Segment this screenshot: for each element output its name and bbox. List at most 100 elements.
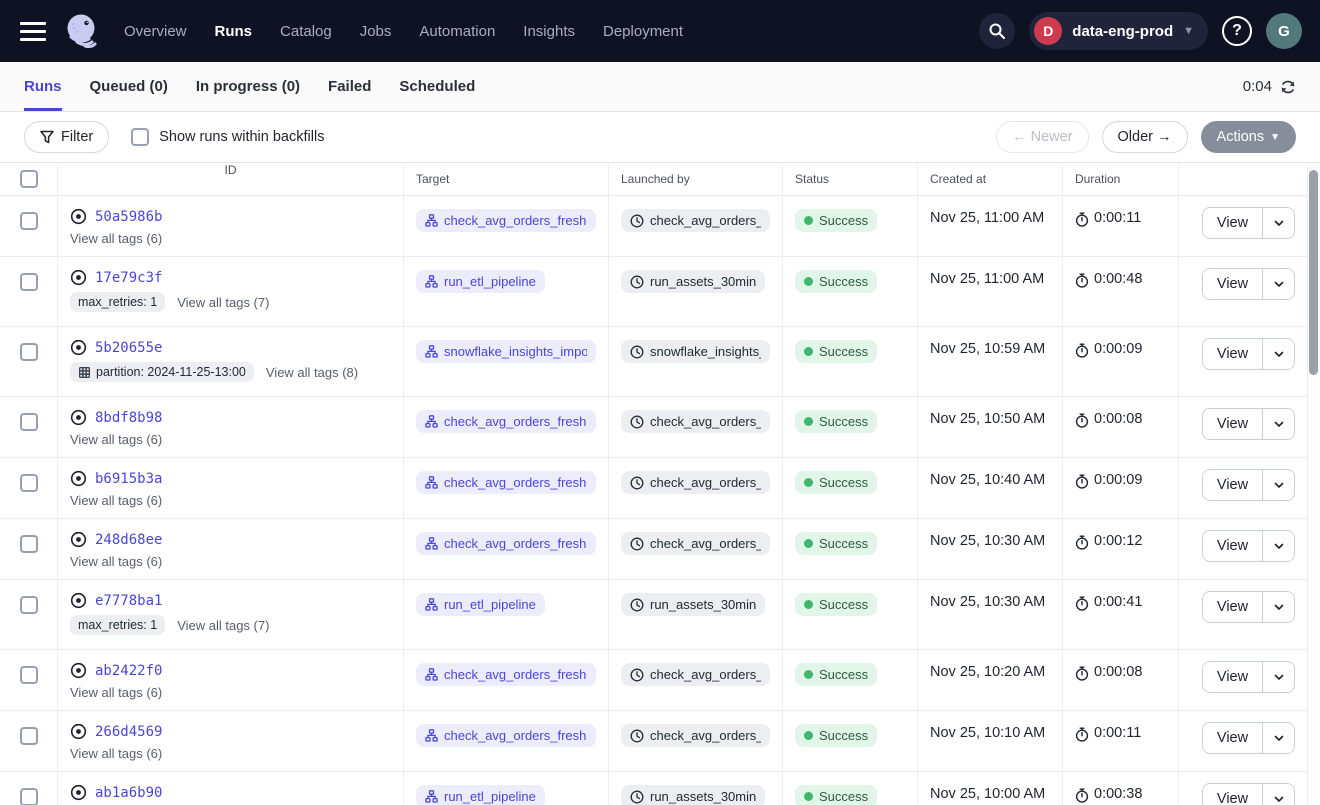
- view-dropdown-button[interactable]: [1262, 409, 1294, 439]
- row-checkbox[interactable]: [20, 596, 38, 614]
- row-checkbox[interactable]: [20, 727, 38, 745]
- run-id-link[interactable]: ab1a6b90: [95, 785, 162, 801]
- view-all-tags-link[interactable]: View all tags (6): [70, 493, 162, 508]
- launched-by-chip[interactable]: snowflake_insights_…: [621, 340, 770, 363]
- run-id-link[interactable]: 248d68ee: [95, 532, 162, 548]
- run-id-link[interactable]: e7778ba1: [95, 593, 162, 609]
- launched-by-chip[interactable]: check_avg_orders_f…: [621, 209, 770, 232]
- row-checkbox[interactable]: [20, 413, 38, 431]
- view-all-tags-link[interactable]: View all tags (6): [70, 231, 162, 246]
- view-button[interactable]: View: [1203, 784, 1262, 805]
- run-id-link[interactable]: 17e79c3f: [95, 270, 162, 286]
- nav-item-automation[interactable]: Automation: [419, 23, 495, 40]
- workspace-switcher[interactable]: D data-eng-prod ▼: [1029, 12, 1208, 50]
- row-checkbox[interactable]: [20, 666, 38, 684]
- row-checkbox[interactable]: [20, 212, 38, 230]
- tab-failed[interactable]: Failed: [328, 62, 371, 111]
- nav-item-insights[interactable]: Insights: [523, 23, 575, 40]
- view-all-tags-link[interactable]: View all tags (6): [70, 432, 162, 447]
- newer-button[interactable]: ← Newer: [996, 121, 1088, 153]
- scrollbar-thumb[interactable]: [1309, 170, 1318, 375]
- run-tag-chip[interactable]: max_retries: 1: [70, 292, 165, 312]
- run-id-link[interactable]: ab2422f0: [95, 663, 162, 679]
- row-checkbox[interactable]: [20, 343, 38, 361]
- view-dropdown-button[interactable]: [1262, 784, 1294, 805]
- nav-item-deployment[interactable]: Deployment: [603, 23, 683, 40]
- tab-queued-0[interactable]: Queued (0): [90, 62, 168, 111]
- view-dropdown-button[interactable]: [1262, 592, 1294, 622]
- view-button[interactable]: View: [1203, 662, 1262, 692]
- launched-by-chip[interactable]: check_avg_orders_f…: [621, 663, 770, 686]
- nav-item-overview[interactable]: Overview: [124, 23, 187, 40]
- view-all-tags-link[interactable]: View all tags (8): [266, 365, 358, 380]
- launched-by-chip[interactable]: run_assets_30min: [621, 785, 765, 805]
- view-button[interactable]: View: [1203, 409, 1262, 439]
- run-id-link[interactable]: 266d4569: [95, 724, 162, 740]
- actions-button[interactable]: Actions▼: [1201, 121, 1296, 153]
- view-dropdown-button[interactable]: [1262, 662, 1294, 692]
- row-checkbox[interactable]: [20, 273, 38, 291]
- view-button[interactable]: View: [1203, 208, 1262, 238]
- view-all-tags-link[interactable]: View all tags (7): [177, 618, 269, 633]
- row-checkbox[interactable]: [20, 474, 38, 492]
- view-all-tags-link[interactable]: View all tags (7): [177, 295, 269, 310]
- run-id-link[interactable]: 8bdf8b98: [95, 410, 162, 426]
- view-dropdown-button[interactable]: [1262, 531, 1294, 561]
- tab-scheduled[interactable]: Scheduled: [399, 62, 475, 111]
- launched-by-chip[interactable]: check_avg_orders_f…: [621, 410, 770, 433]
- filter-button[interactable]: Filter: [24, 121, 109, 153]
- help-button[interactable]: ?: [1222, 16, 1252, 46]
- select-all-checkbox[interactable]: [20, 170, 38, 188]
- view-button[interactable]: View: [1203, 470, 1262, 500]
- view-dropdown-button[interactable]: [1262, 208, 1294, 238]
- launched-by-chip[interactable]: run_assets_30min: [621, 593, 765, 616]
- target-chip[interactable]: check_avg_orders_freshne: [416, 724, 596, 747]
- backfill-toggle[interactable]: Show runs within backfills: [131, 128, 324, 146]
- view-all-tags-link[interactable]: View all tags (6): [70, 554, 162, 569]
- view-button[interactable]: View: [1203, 339, 1262, 369]
- launched-by-chip[interactable]: run_assets_30min: [621, 270, 765, 293]
- view-button[interactable]: View: [1203, 531, 1262, 561]
- view-dropdown-button[interactable]: [1262, 269, 1294, 299]
- row-checkbox[interactable]: [20, 788, 38, 805]
- search-button[interactable]: [979, 13, 1015, 49]
- view-dropdown-button[interactable]: [1262, 470, 1294, 500]
- target-chip[interactable]: check_avg_orders_freshne: [416, 410, 596, 433]
- hamburger-menu-icon[interactable]: [20, 22, 46, 41]
- backfill-checkbox[interactable]: [131, 128, 149, 146]
- older-button[interactable]: Older →: [1102, 121, 1188, 153]
- view-all-tags-link[interactable]: View all tags (6): [70, 685, 162, 700]
- run-tag-chip[interactable]: partition: 2024-11-25-13:00: [70, 362, 254, 382]
- tab-runs[interactable]: Runs: [24, 62, 62, 111]
- launched-by-chip[interactable]: check_avg_orders_f…: [621, 532, 770, 555]
- target-chip[interactable]: check_avg_orders_freshne: [416, 471, 596, 494]
- run-tag-chip[interactable]: max_retries: 1: [70, 615, 165, 635]
- target-chip[interactable]: check_avg_orders_freshne: [416, 663, 596, 686]
- view-button[interactable]: View: [1203, 592, 1262, 622]
- target-chip[interactable]: snowflake_insights_import: [416, 340, 596, 363]
- run-id-link[interactable]: 5b20655e: [95, 340, 162, 356]
- nav-item-runs[interactable]: Runs: [215, 23, 253, 40]
- vertical-scrollbar[interactable]: [1307, 163, 1320, 805]
- tab-in-progress-0[interactable]: In progress (0): [196, 62, 300, 111]
- nav-item-jobs[interactable]: Jobs: [360, 23, 392, 40]
- launched-by-chip[interactable]: check_avg_orders_f…: [621, 471, 770, 494]
- nav-item-catalog[interactable]: Catalog: [280, 23, 332, 40]
- view-dropdown-button[interactable]: [1262, 723, 1294, 753]
- dagster-logo-icon[interactable]: [62, 11, 102, 51]
- target-chip[interactable]: run_etl_pipeline: [416, 270, 545, 293]
- view-button[interactable]: View: [1203, 269, 1262, 299]
- target-chip[interactable]: run_etl_pipeline: [416, 593, 545, 616]
- view-button[interactable]: View: [1203, 723, 1262, 753]
- view-dropdown-button[interactable]: [1262, 339, 1294, 369]
- row-checkbox[interactable]: [20, 535, 38, 553]
- target-chip[interactable]: check_avg_orders_freshne: [416, 209, 596, 232]
- refresh-icon[interactable]: [1280, 79, 1296, 95]
- view-all-tags-link[interactable]: View all tags (6): [70, 746, 162, 761]
- target-chip[interactable]: check_avg_orders_freshne: [416, 532, 596, 555]
- run-id-link[interactable]: 50a5986b: [95, 209, 162, 225]
- user-avatar[interactable]: G: [1266, 13, 1302, 49]
- launched-by-chip[interactable]: check_avg_orders_f…: [621, 724, 770, 747]
- target-chip[interactable]: run_etl_pipeline: [416, 785, 545, 805]
- run-id-link[interactable]: b6915b3a: [95, 471, 162, 487]
